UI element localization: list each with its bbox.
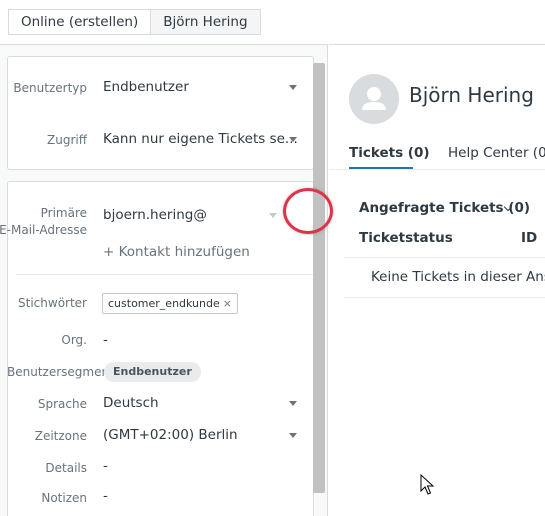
details-label: Details <box>45 461 87 475</box>
segment-label: Benutzersegmen <box>7 365 110 379</box>
tab-tickets[interactable]: Tickets (0) <box>349 145 430 161</box>
column-header-id[interactable]: ID <box>521 230 537 246</box>
highlight-circle <box>283 188 333 234</box>
email-label-line2: E-Mail-Adresse <box>0 223 87 237</box>
caret-down-icon[interactable] <box>289 85 297 90</box>
tabs-divider <box>329 169 545 170</box>
chevron-down-icon[interactable] <box>269 213 277 218</box>
table-divider <box>344 297 545 298</box>
top-tab-bar: Online (erstellen) Björn Hering <box>0 0 545 44</box>
language-label: Sprache <box>37 397 87 411</box>
section-divider <box>16 274 313 275</box>
org-field[interactable]: - <box>103 332 108 348</box>
access-label: Zugriff <box>47 133 87 147</box>
notes-label: Notizen <box>41 491 87 505</box>
empty-view-message: Keine Tickets in dieser Ansicht <box>371 269 545 285</box>
left-pane-scrollbar[interactable] <box>313 63 325 493</box>
tag-chip: customer_endkunde × <box>102 293 238 314</box>
workspace-tabs: Online (erstellen) Björn Hering <box>8 9 261 35</box>
user-type-card: Benutzertyp Endbenutzer Zugriff Kann nur… <box>7 56 314 170</box>
timezone-label: Zeitzone <box>34 429 87 443</box>
access-select[interactable]: Kann nur eigene Tickets se... <box>103 131 298 147</box>
segment-badge: Endbenutzer <box>104 362 201 382</box>
tags-label: Stichwörter <box>18 296 87 310</box>
user-type-select[interactable]: Endbenutzer <box>103 79 189 95</box>
language-select[interactable]: Deutsch <box>103 395 159 411</box>
caret-down-icon[interactable] <box>289 433 297 438</box>
notes-field[interactable]: - <box>103 488 108 504</box>
column-header-status[interactable]: Ticketstatus <box>359 230 453 246</box>
org-label: Org. <box>61 333 87 347</box>
add-contact-link[interactable]: + Kontakt hinzufügen <box>103 244 250 260</box>
email-label-line1: Primäre <box>40 206 87 220</box>
primary-email-field[interactable]: bjoern.hering@ <box>103 207 207 223</box>
tab-user-profile[interactable]: Björn Hering <box>151 9 261 35</box>
caret-down-icon[interactable] <box>289 137 297 142</box>
tag-chip-label: customer_endkunde <box>108 297 220 310</box>
user-tickets-pane: Björn Hering Tickets (0) Help Center (0)… <box>329 44 545 516</box>
table-divider <box>344 257 545 258</box>
contact-details-card: Primäre E-Mail-Adresse bjoern.hering@ + … <box>0 181 314 516</box>
tab-online-create[interactable]: Online (erstellen) <box>8 9 152 35</box>
close-icon[interactable]: × <box>223 297 232 310</box>
details-field[interactable]: - <box>103 458 108 474</box>
avatar-person-icon <box>349 74 399 124</box>
tab-help-center[interactable]: Help Center (0) <box>448 145 545 161</box>
timezone-select[interactable]: (GMT+02:00) Berlin <box>103 427 238 443</box>
mouse-pointer-icon <box>420 473 435 500</box>
caret-down-icon[interactable] <box>289 401 297 406</box>
user-name-heading: Björn Hering <box>409 83 534 107</box>
user-properties-pane: Benutzertyp Endbenutzer Zugriff Kann nur… <box>0 44 328 516</box>
user-type-label: Benutzertyp <box>13 81 87 95</box>
